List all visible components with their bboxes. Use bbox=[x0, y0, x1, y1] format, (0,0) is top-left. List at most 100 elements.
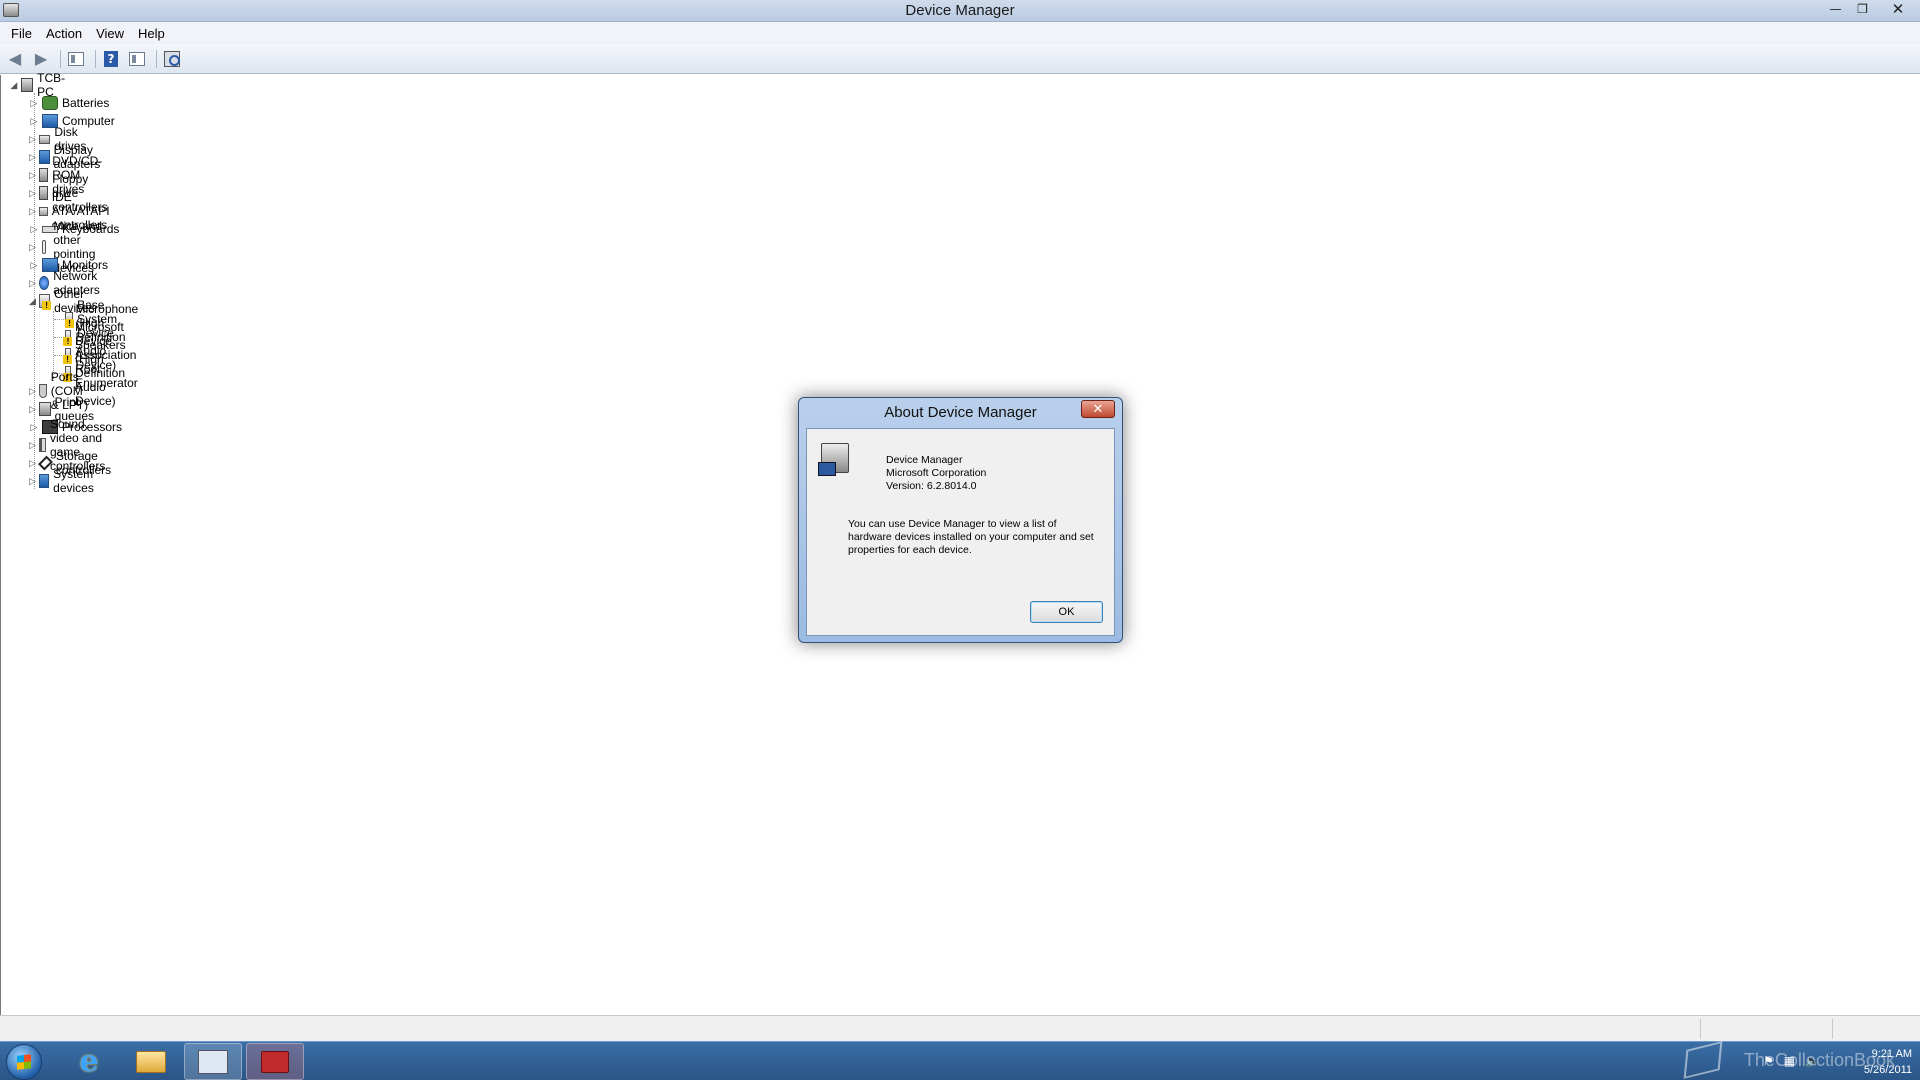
toolbar: ◀ ▶ ? bbox=[0, 44, 1920, 74]
volume-icon[interactable]: 🔈 bbox=[1805, 1054, 1820, 1068]
expand-arrow-icon[interactable]: ▷ bbox=[29, 458, 36, 469]
toolbar-separator bbox=[95, 49, 96, 68]
back-button[interactable]: ◀ bbox=[4, 48, 26, 70]
system-tray-icons: ⚑ ▦ 🔈 bbox=[1763, 1054, 1820, 1068]
ok-button[interactable]: OK bbox=[1030, 601, 1103, 623]
computer-icon bbox=[20, 78, 34, 92]
dialog-product-info: Device Manager Microsoft Corporation Ver… bbox=[886, 454, 986, 493]
expand-arrow-icon[interactable]: ▷ bbox=[29, 98, 39, 109]
expand-arrow-icon[interactable]: ▷ bbox=[29, 152, 36, 163]
network-adapter-icon bbox=[38, 276, 50, 290]
expand-arrow-icon[interactable]: ▷ bbox=[29, 386, 36, 397]
status-bar-divider bbox=[1832, 1019, 1833, 1039]
expand-arrow-icon[interactable]: ▷ bbox=[29, 188, 36, 199]
about-dialog: About Device Manager ✕ Device Manager Mi… bbox=[798, 397, 1123, 643]
status-bar-divider bbox=[1700, 1019, 1701, 1039]
tree-category-ide[interactable]: ▷ IDE ATA/ATAPI controllers bbox=[29, 190, 120, 232]
speaker-icon bbox=[38, 438, 46, 452]
taskbar-device-manager[interactable] bbox=[246, 1043, 304, 1080]
help-icon: ? bbox=[104, 50, 118, 67]
taskbar: e TheCollectionBook ⚑ ▦ 🔈 9:21 AM 5/26/2… bbox=[0, 1041, 1920, 1080]
collapse-arrow-icon[interactable]: ◢ bbox=[29, 296, 36, 307]
expand-arrow-icon[interactable]: ▷ bbox=[29, 116, 39, 127]
expand-arrow-icon[interactable]: ▷ bbox=[29, 260, 39, 271]
clock[interactable]: 9:21 AM 5/26/2011 bbox=[1864, 1044, 1912, 1080]
dialog-description: You can use Device Manager to view a lis… bbox=[848, 518, 1094, 556]
menu-view[interactable]: View bbox=[89, 26, 131, 41]
start-button[interactable] bbox=[6, 1044, 42, 1080]
other-devices-icon bbox=[38, 294, 52, 310]
help-button[interactable]: ? bbox=[100, 48, 122, 70]
mouse-icon bbox=[41, 240, 47, 254]
warning-device-icon bbox=[63, 348, 73, 364]
version-text: Version: 6.2.8014.0 bbox=[886, 480, 977, 492]
expand-arrow-icon[interactable]: ▷ bbox=[29, 476, 36, 487]
product-name: Device Manager bbox=[886, 454, 963, 466]
clock-date: 5/26/2011 bbox=[1863, 1064, 1912, 1076]
menu-bar: File Action View Help bbox=[0, 22, 1920, 44]
forward-arrow-icon: ▶ bbox=[34, 49, 48, 68]
network-icon[interactable]: ▦ bbox=[1784, 1054, 1795, 1068]
status-bar bbox=[0, 1015, 1920, 1041]
internet-explorer-icon: e bbox=[79, 1044, 99, 1079]
tree-category-system-devices[interactable]: ▷ System devices bbox=[29, 467, 103, 495]
tree-category-batteries[interactable]: ▷ Batteries bbox=[29, 94, 109, 112]
display-adapter-icon bbox=[38, 150, 50, 164]
dvd-drive-icon bbox=[38, 168, 49, 182]
back-arrow-icon: ◀ bbox=[8, 49, 22, 68]
dialog-body: Device Manager Microsoft Corporation Ver… bbox=[806, 428, 1115, 636]
company-name: Microsoft Corporation bbox=[886, 467, 987, 479]
expand-arrow-icon[interactable]: ▷ bbox=[29, 440, 36, 451]
window-title: Device Manager bbox=[905, 2, 1015, 19]
port-icon bbox=[38, 384, 47, 398]
storage-controller-icon bbox=[37, 455, 53, 471]
scan-hardware-changes-button[interactable] bbox=[161, 48, 183, 70]
toolbar-separator bbox=[60, 49, 61, 68]
tree-root[interactable]: ◢ TCB-PC bbox=[10, 71, 71, 99]
expand-arrow-icon[interactable]: ▷ bbox=[29, 224, 39, 235]
floppy-controller-icon bbox=[38, 186, 49, 200]
scan-hardware-icon bbox=[164, 50, 180, 67]
tree-category-mice[interactable]: ▷ Mice and other pointing devices bbox=[29, 219, 104, 275]
minimize-button[interactable]: — bbox=[1822, 0, 1849, 18]
title-bar: Device Manager — ❐ ✕ bbox=[0, 0, 1920, 22]
taskbar-control-panel[interactable] bbox=[184, 1043, 242, 1080]
taskbar-internet-explorer[interactable]: e bbox=[60, 1043, 118, 1080]
collapse-arrow-icon[interactable]: ◢ bbox=[10, 80, 18, 91]
taskbar-file-explorer[interactable] bbox=[122, 1043, 180, 1080]
maximize-button[interactable]: ❐ bbox=[1849, 0, 1876, 18]
expand-arrow-icon[interactable]: ▷ bbox=[29, 278, 36, 289]
action-pane-icon bbox=[129, 51, 145, 66]
disk-drive-icon bbox=[38, 134, 51, 144]
device-manager-toolbox-icon bbox=[261, 1050, 289, 1073]
warning-device-icon bbox=[63, 330, 74, 346]
battery-icon bbox=[42, 96, 58, 110]
system-device-icon bbox=[38, 474, 50, 488]
warning-device-icon bbox=[65, 312, 75, 328]
expand-arrow-icon[interactable]: ▷ bbox=[29, 404, 36, 415]
folder-icon bbox=[136, 1050, 166, 1073]
show-hide-console-tree-button[interactable] bbox=[65, 48, 87, 70]
clock-time: 9:21 AM bbox=[1871, 1048, 1912, 1060]
show-hide-action-pane-button[interactable] bbox=[126, 48, 148, 70]
window-controls: — ❐ ✕ bbox=[1822, 0, 1920, 20]
forward-button[interactable]: ▶ bbox=[30, 48, 52, 70]
tree-category-label: Batteries bbox=[62, 96, 110, 110]
expand-arrow-icon[interactable]: ▷ bbox=[29, 134, 36, 145]
tree-category-print-queues[interactable]: ▷ Print queues bbox=[29, 395, 101, 423]
expand-arrow-icon[interactable]: ▷ bbox=[29, 206, 36, 217]
printer-icon bbox=[38, 402, 51, 416]
dialog-title: About Device Manager bbox=[884, 404, 1037, 421]
expand-arrow-icon[interactable]: ▷ bbox=[29, 422, 39, 433]
menu-help[interactable]: Help bbox=[131, 26, 172, 41]
device-manager-icon bbox=[818, 443, 849, 476]
dialog-close-button[interactable]: ✕ bbox=[1081, 400, 1115, 418]
menu-file[interactable]: File bbox=[4, 26, 39, 41]
expand-arrow-icon[interactable]: ▷ bbox=[29, 170, 36, 181]
close-button[interactable]: ✕ bbox=[1876, 0, 1920, 18]
menu-action[interactable]: Action bbox=[39, 26, 89, 41]
expand-arrow-icon[interactable]: ▷ bbox=[29, 242, 36, 253]
control-panel-icon bbox=[198, 1049, 228, 1074]
action-center-flag-icon[interactable]: ⚑ bbox=[1763, 1054, 1774, 1068]
watermark-book-icon bbox=[1683, 1041, 1723, 1079]
